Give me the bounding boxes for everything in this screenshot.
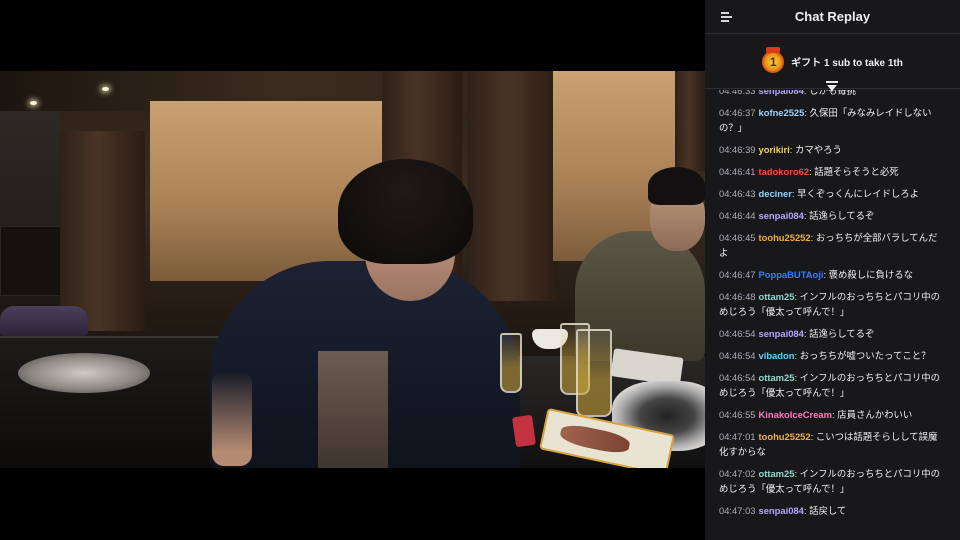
message-timestamp: 04:46:39	[719, 144, 756, 155]
message-timestamp: 04:46:54	[719, 328, 756, 339]
message-text: 話戻して	[809, 505, 847, 516]
chat-message: 04:46:48 ottam25: インフルのおっちちとパコリ中のめじろう「優太っ…	[719, 289, 946, 319]
message-text: 話題そらそうと必死	[814, 166, 899, 177]
message-text: 褒め殺しに負けるな	[828, 269, 914, 280]
chat-message: 04:46:47 PoppaBUTAoji: 褒め殺しに負けるな	[719, 267, 946, 282]
gift-badge-number: 1	[769, 55, 777, 69]
scene-phone	[512, 414, 536, 448]
chat-message: 04:47:03 senpai084: 話戻して	[719, 503, 946, 518]
chat-message: 04:46:43 deciner: 早くぞっくんにレイドしろよ	[719, 186, 946, 201]
message-username[interactable]: PoppaBUTAoji	[759, 269, 824, 280]
message-username[interactable]: toohu25252	[759, 431, 811, 442]
ceiling-light	[102, 87, 109, 91]
message-timestamp: 04:46:45	[719, 232, 756, 243]
message-username[interactable]: senpai084	[759, 210, 804, 221]
chat-message: 04:46:37 kofne2525: 久保田「みなみレイドしないの？」	[719, 105, 946, 135]
chat-message: 04:46:44 senpai084: 話逸らしてるぞ	[719, 208, 946, 223]
chat-title: Chat Replay	[794, 9, 871, 24]
scene-wood-panel	[675, 71, 705, 171]
chat-message: 04:46:54 ottam25: インフルのおっちちとパコリ中のめじろう「優太っ…	[719, 370, 946, 400]
message-username[interactable]: vibadon	[759, 350, 795, 361]
chat-message: 04:46:41 tadokoro62: 話題そらそうと必死	[719, 164, 946, 179]
message-timestamp: 04:46:37	[719, 107, 756, 118]
gift-text: ギフト 1 sub to take 1th	[791, 57, 903, 69]
message-text: カマやろう	[794, 144, 842, 155]
chat-message: 04:46:39 yorikiri: カマやろう	[719, 142, 946, 157]
chat-message: 04:46:45 toohu25252: おっちちが全部バラしてんだよ	[719, 230, 946, 260]
chat-message: 04:46:54 senpai084: 話逸らしてるぞ	[719, 326, 946, 341]
scene-wood-panel	[60, 131, 145, 331]
message-timestamp: 04:47:03	[719, 505, 756, 516]
message-username[interactable]: tadokoro62	[759, 166, 810, 177]
scene-person-main-hair	[338, 159, 473, 264]
scene-beer-mug	[576, 329, 612, 417]
message-text: 店員さんかわいい	[837, 409, 913, 420]
message-timestamp: 04:46:47	[719, 269, 756, 280]
gift-banner[interactable]: 1 ギフト 1 sub to take 1th	[705, 34, 960, 91]
message-timestamp: 04:46:33	[719, 90, 756, 96]
chat-message: 04:46:54 vibadon: おっちちが嘘ついたってこと？	[719, 348, 946, 363]
message-username[interactable]: ottam25	[759, 468, 795, 479]
message-timestamp: 04:47:02	[719, 468, 756, 479]
scene-person-right-hair	[648, 167, 705, 205]
collapse-chat-icon[interactable]	[719, 9, 735, 25]
message-timestamp: 04:46:54	[719, 372, 756, 383]
message-text: しかも毎挑	[809, 90, 856, 96]
scene-grill	[18, 353, 150, 393]
message-username[interactable]: kofne2525	[759, 107, 805, 118]
chat-message-list[interactable]: 04:46:33 senpai084: しかも毎挑 04:46:37 kofne252…	[705, 90, 960, 540]
chat-message: 04:46:55 KinakoIceCream: 店員さんかわいい	[719, 407, 946, 422]
message-username[interactable]: ottam25	[759, 291, 795, 302]
message-username[interactable]: ottam25	[759, 372, 795, 383]
message-username[interactable]: KinakoIceCream	[759, 409, 832, 420]
scene-coat	[0, 306, 88, 336]
scene-person-main-arm	[212, 371, 252, 466]
message-username[interactable]: senpai084	[759, 90, 804, 96]
message-timestamp: 04:46:54	[719, 350, 756, 361]
ceiling-light	[30, 101, 37, 105]
message-username[interactable]: deciner	[759, 188, 792, 199]
message-timestamp: 04:47:01	[719, 431, 756, 442]
scene-person-main-shirt	[318, 351, 388, 468]
scene-glass	[500, 333, 522, 393]
message-timestamp: 04:46:44	[719, 210, 756, 221]
chat-header: Chat Replay	[705, 0, 960, 34]
gift-badge-icon: 1	[762, 47, 785, 73]
chat-message: 04:47:02 ottam25: インフルのおっちちとパコリ中のめじろう「優太っ…	[719, 466, 946, 496]
video-frame[interactable]	[0, 71, 705, 468]
message-text: 話逸らしてるぞ	[809, 210, 875, 221]
scene-wood-panel	[468, 71, 558, 301]
chat-message: 04:47:01 toohu25252: こいつは話題そらしして誤魔化すからな	[719, 429, 946, 459]
message-timestamp: 04:46:41	[719, 166, 756, 177]
message-username[interactable]: senpai084	[759, 328, 804, 339]
message-username[interactable]: senpai084	[759, 505, 804, 516]
scene-tv	[0, 226, 64, 296]
chat-panel: Chat Replay 1 ギフト 1 sub to take 1th 04:4…	[705, 0, 960, 540]
message-timestamp: 04:46:55	[719, 409, 756, 420]
video-player[interactable]	[0, 0, 705, 540]
message-text: 話逸らしてるぞ	[809, 328, 875, 339]
message-username[interactable]: toohu25252	[759, 232, 811, 243]
message-timestamp: 04:46:43	[719, 188, 756, 199]
chat-message: 04:46:33 senpai084: しかも毎挑	[719, 90, 946, 98]
message-username[interactable]: yorikiri	[759, 144, 790, 155]
message-text: 早くぞっくんにレイドしろよ	[797, 188, 919, 199]
message-timestamp: 04:46:48	[719, 291, 756, 302]
message-text: おっちちが嘘ついたってこと？	[799, 350, 931, 361]
